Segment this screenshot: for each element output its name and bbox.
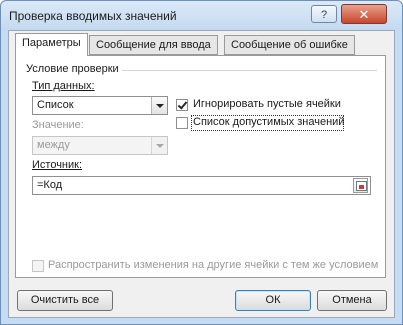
source-value: =Код [37,179,63,191]
in-cell-dropdown-label[interactable]: Список допустимых значений [193,116,344,128]
dialog-title: Проверка вводимых значений [9,9,177,23]
tab-input-message[interactable]: Сообщение для ввода [89,35,218,55]
clear-all-button[interactable]: Очистить все [17,290,113,311]
range-select-button[interactable] [353,178,368,193]
group-title: Условие проверки [26,63,122,75]
data-type-label: Тип данных: [32,80,95,92]
ignore-blank-label[interactable]: Игнорировать пустые ячейки [193,98,341,110]
value-select: между [32,136,168,155]
range-select-marker [359,185,364,189]
dialog-window: Проверка вводимых значений ? ✕ Параметры… [0,0,403,325]
cancel-button[interactable]: Отмена [317,290,387,311]
in-cell-dropdown-checkbox[interactable] [176,117,188,129]
source-input[interactable]: =Код [32,176,371,195]
title-bar[interactable]: Проверка вводимых значений ? ✕ [1,1,402,31]
ignore-blank-checkbox[interactable] [176,99,188,111]
ok-button[interactable]: ОК [235,290,311,311]
chevron-down-icon[interactable] [151,97,167,114]
tab-panel-parameters: Условие проверки Тип данных: Список Игно… [15,55,386,278]
help-button[interactable]: ? [311,5,337,23]
chevron-down-icon [151,137,167,154]
data-type-value: Список [37,99,74,111]
group-divider [94,70,377,71]
value-label: Значение: [32,119,84,131]
tab-parameters[interactable]: Параметры [15,33,88,56]
dialog-body: Параметры Сообщение для ввода Сообщение … [8,30,395,318]
value-value: между [37,139,70,151]
data-type-select[interactable]: Список [32,96,168,115]
tab-error-message[interactable]: Сообщение об ошибке [224,35,355,55]
apply-all-checkbox [32,260,44,272]
source-label: Источник: [32,159,83,171]
close-button[interactable]: ✕ [341,4,387,24]
apply-all-label: Распространить изменения на другие ячейк… [48,259,379,271]
